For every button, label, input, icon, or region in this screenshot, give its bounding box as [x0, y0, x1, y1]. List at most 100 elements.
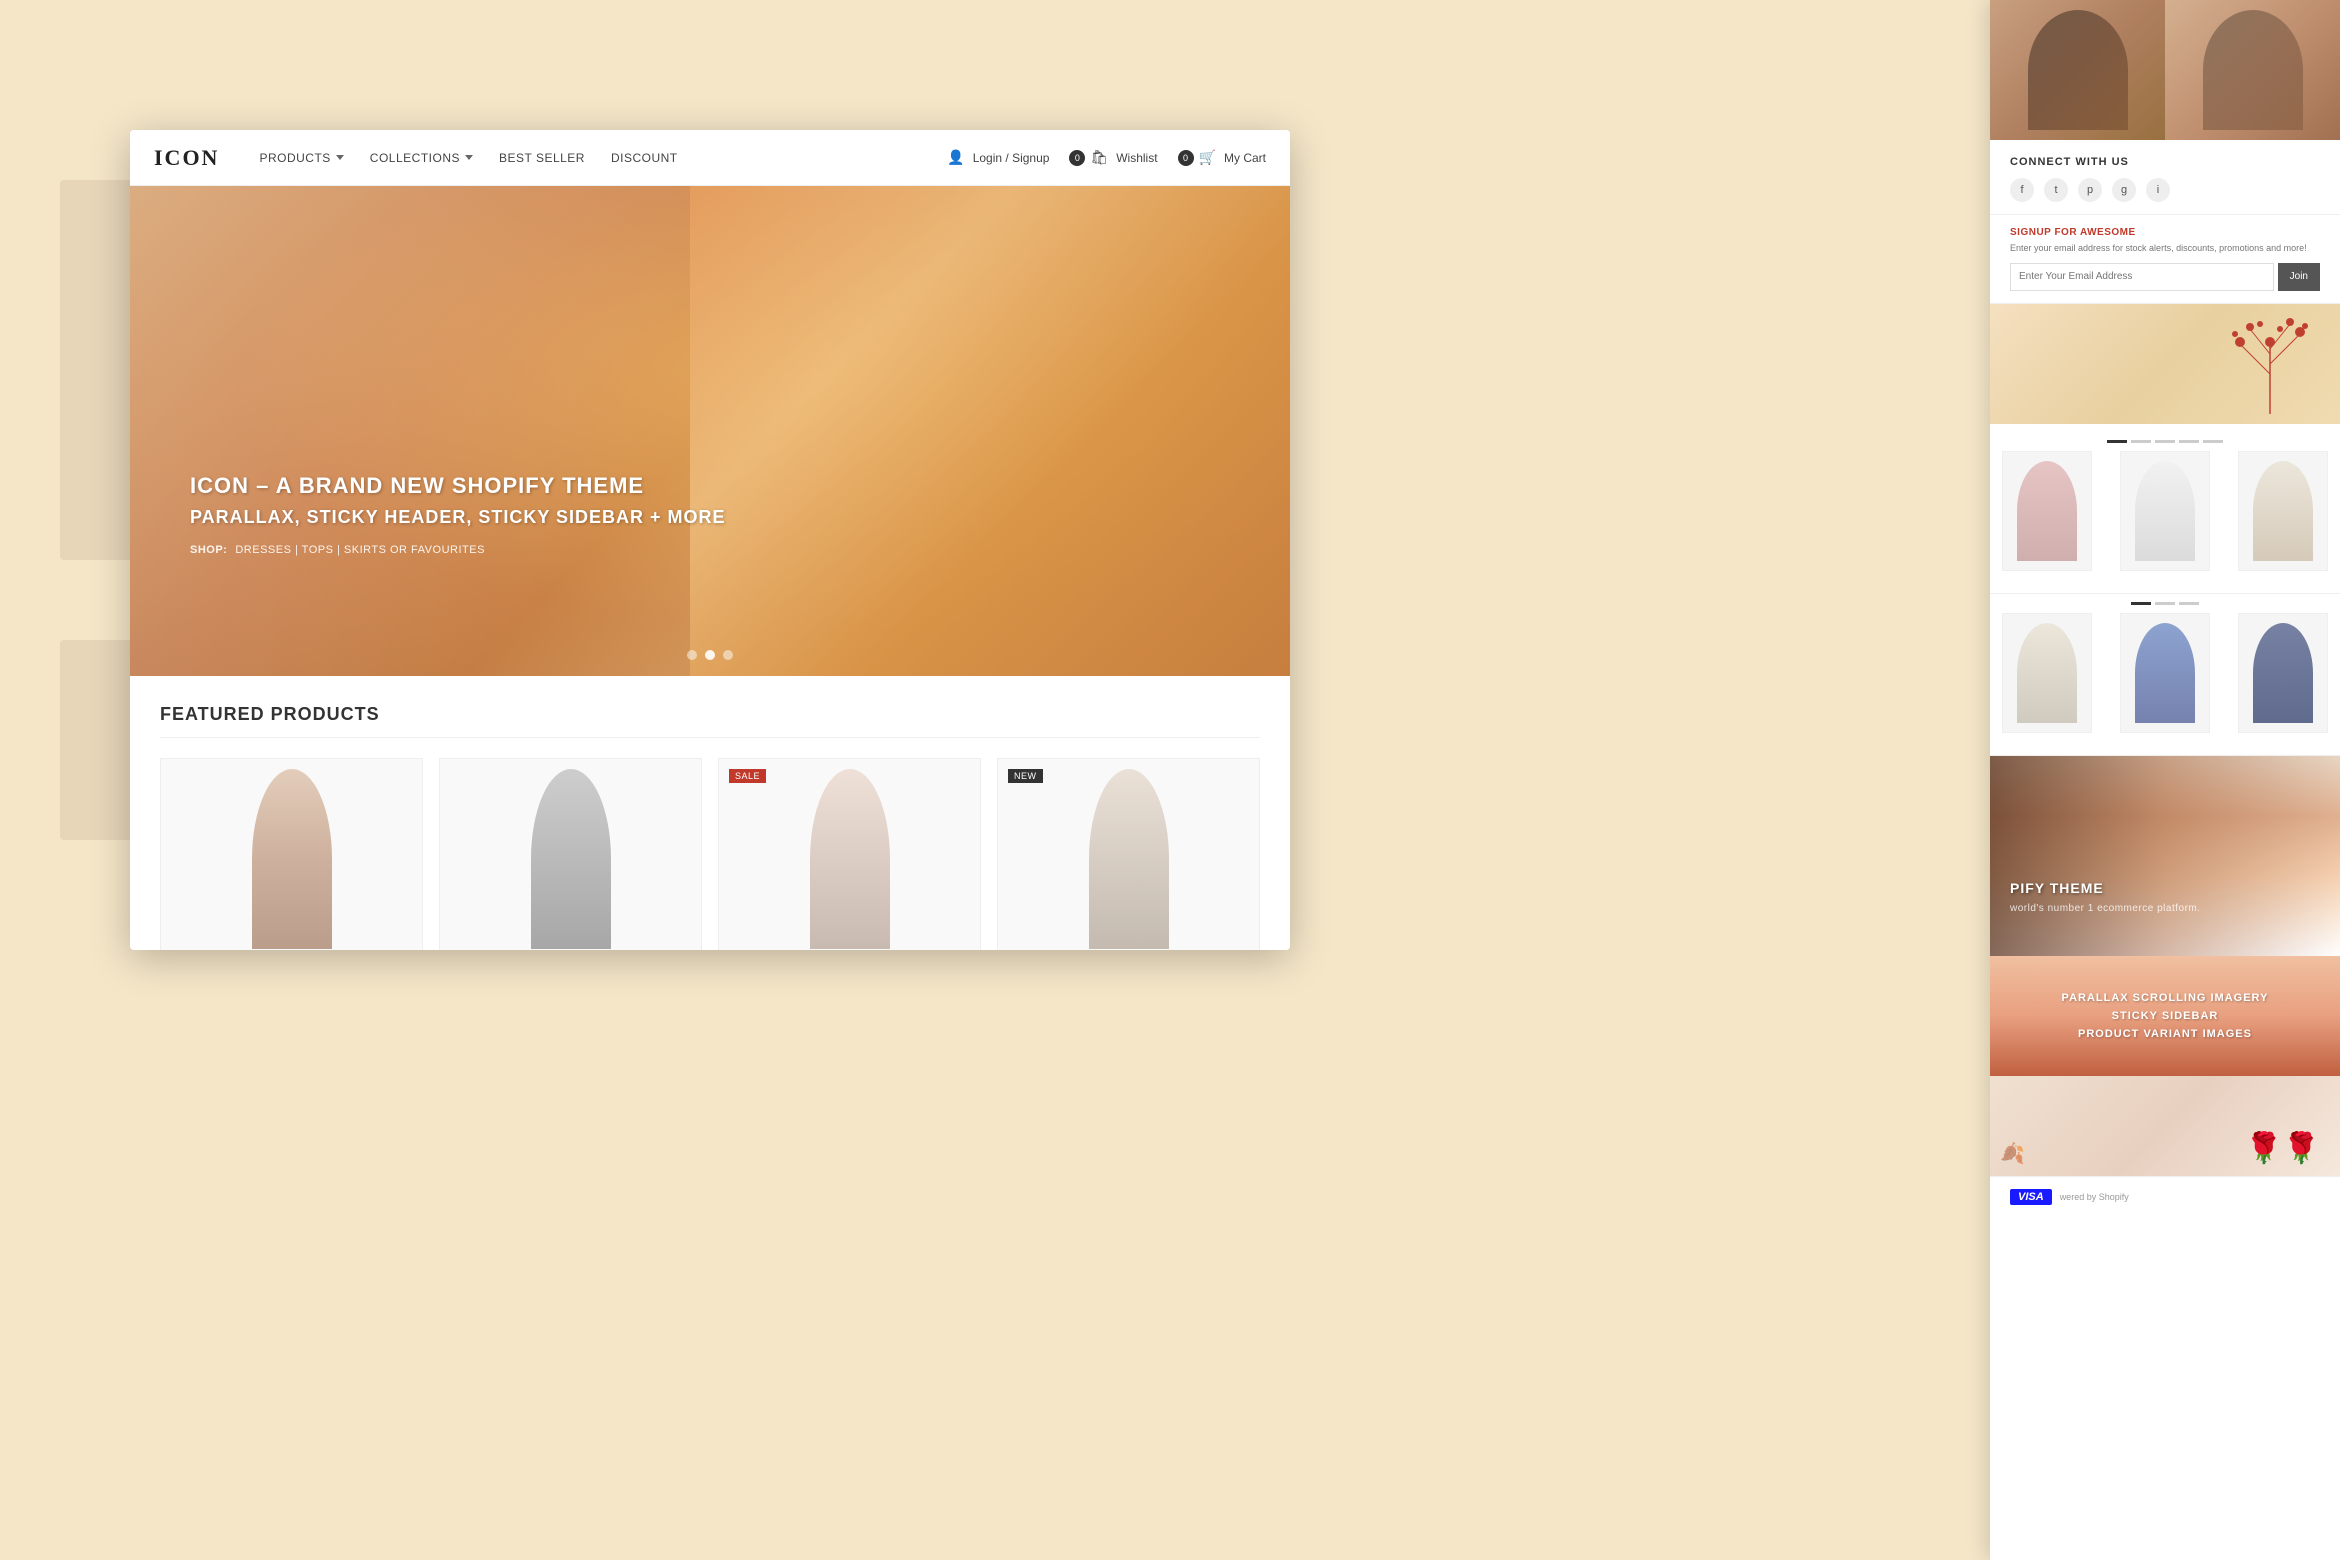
sp-figure-3 [2253, 461, 2313, 561]
dot-1-2[interactable] [2131, 440, 2151, 443]
social-icons: f t p g i [2010, 178, 2320, 202]
cart-icon: 🛒 [1199, 149, 1216, 166]
sidebar-product-3[interactable] [2238, 451, 2328, 571]
shop-label: SHOP: [190, 544, 227, 556]
hero-section: ICON – A BRAND NEW SHOPIFY THEME PARALLA… [130, 186, 1290, 676]
products-grid-1 [2002, 451, 2328, 571]
dot-1-5[interactable] [2203, 440, 2223, 443]
product-image-1 [161, 759, 422, 950]
login-action[interactable]: 👤 Login / Signup [947, 149, 1049, 166]
hero-image [690, 186, 1290, 676]
product-figure-2 [531, 769, 611, 949]
nav-collections[interactable]: COLLECTIONS [360, 147, 483, 169]
hero-person-figure [690, 186, 1290, 676]
signup-description: Enter your email address for stock alert… [2010, 242, 2320, 255]
instagram-icon[interactable]: i [2146, 178, 2170, 202]
sp-figure-2 [2135, 461, 2195, 561]
hero-content: ICON – A BRAND NEW SHOPIFY THEME PARALLA… [190, 473, 726, 556]
rose-icon: 🌹🌹 [2245, 1131, 2320, 1166]
theme-showcase-section: PIFY THEME world's number 1 ecommerce pl… [1990, 756, 2340, 956]
dot-1-4[interactable] [2179, 440, 2199, 443]
sp-figure-6 [2253, 623, 2313, 723]
nav-links: PRODUCTS COLLECTIONS BEST SELLER DISCOUN… [249, 147, 947, 169]
feature-1: PARALLAX SCROLLING IMAGERY [2010, 992, 2320, 1004]
featured-title: FEATURED PRODUCTS [160, 704, 1260, 738]
email-input[interactable] [2010, 263, 2274, 291]
signup-form: Join [2010, 263, 2320, 291]
sidebar-product-5[interactable] [2120, 613, 2210, 733]
twitter-icon[interactable]: t [2044, 178, 2068, 202]
products-dropdown-icon [336, 155, 344, 160]
feature-3: PRODUCT VARIANT IMAGES [2010, 1028, 2320, 1040]
hero-shop-links: SHOP: DRESSES | TOPS | SKIRTS OR FAVOURI… [190, 544, 726, 556]
product-card-1[interactable] [160, 758, 423, 950]
wishlist-icon: 🛍 [1090, 149, 1108, 166]
cart-action[interactable]: 0 🛒 My Cart [1178, 149, 1266, 166]
sunglasses-image-1[interactable] [1990, 0, 2165, 140]
product-figure-4 [1089, 769, 1169, 949]
connect-title: CONNECT WITH US [2010, 156, 2320, 168]
floral-decoration [1990, 304, 2340, 424]
products-grid-2 [2002, 613, 2328, 733]
sidebar-product-4[interactable] [2002, 613, 2092, 733]
hero-dots [687, 650, 733, 660]
hero-dot-3[interactable] [723, 650, 733, 660]
sidebar-product-1[interactable] [2002, 451, 2092, 571]
sidebar-product-6[interactable] [2238, 613, 2328, 733]
hero-dot-2[interactable] [705, 650, 715, 660]
dot-2-active[interactable] [2131, 602, 2151, 605]
dot-2-2[interactable] [2155, 602, 2175, 605]
product-card-3[interactable]: SALE [718, 758, 981, 950]
sp-figure-1 [2017, 461, 2077, 561]
site-logo[interactable]: ICON [154, 145, 219, 171]
person-icon: 👤 [947, 149, 964, 166]
sidebar-products-row1 [1990, 424, 2340, 594]
sunglasses-image-2[interactable] [2165, 0, 2340, 140]
google-icon[interactable]: g [2112, 178, 2136, 202]
product-image-4 [998, 759, 1259, 950]
signup-section: SIGNUP FOR AWESOME Enter your email addr… [1990, 215, 2340, 304]
facebook-icon[interactable]: f [2010, 178, 2034, 202]
model-figure-1 [2028, 10, 2128, 130]
theme-main-text: PIFY THEME [2010, 880, 2104, 896]
product-figure-3 [810, 769, 890, 949]
products-grid: SALE NEW [160, 758, 1260, 950]
product-card-4[interactable]: NEW [997, 758, 1260, 950]
sidebar-product-2[interactable] [2120, 451, 2210, 571]
collections-dropdown-icon [465, 155, 473, 160]
product-badge-new: NEW [1008, 769, 1043, 783]
navbar: ICON PRODUCTS COLLECTIONS BEST SELLER DI… [130, 130, 1290, 186]
wishlist-badge: 0 [1069, 150, 1085, 166]
sunglasses-banner [1990, 0, 2340, 140]
dark-overlay [1990, 756, 2340, 956]
model-figure-2 [2203, 10, 2303, 130]
sidebar-products-row2 [1990, 594, 2340, 756]
pinterest-icon[interactable]: p [2078, 178, 2102, 202]
product-figure-1 [252, 769, 332, 949]
dot-1-active[interactable] [2107, 440, 2127, 443]
visa-badge: VISA [2010, 1189, 2052, 1205]
nav-best-seller[interactable]: BEST SELLER [489, 147, 595, 169]
nav-discount[interactable]: DISCOUNT [601, 147, 688, 169]
cart-badge: 0 [1178, 150, 1194, 166]
rose-decoration: 🌹🌹 🍂 [1990, 1076, 2340, 1176]
brown-decor: 🍂 [2000, 1141, 2025, 1166]
wishlist-action[interactable]: 0 🛍 Wishlist [1069, 149, 1157, 166]
shop-links[interactable]: DRESSES | TOPS | SKIRTS OR FAVOURITES [235, 544, 485, 556]
feature-2: STICKY SIDEBAR [2010, 1010, 2320, 1022]
nav-products[interactable]: PRODUCTS [249, 147, 353, 169]
product-card-2[interactable] [439, 758, 702, 950]
product-nav-dots-2 [2002, 602, 2328, 605]
join-button[interactable]: Join [2278, 263, 2320, 291]
sp-figure-5 [2135, 623, 2195, 723]
product-image-3 [719, 759, 980, 950]
theme-sub-text: world's number 1 ecommerce platform. [2010, 903, 2201, 914]
dot-1-3[interactable] [2155, 440, 2175, 443]
right-panel: CONNECT WITH US f t p g i SIGNUP FOR AWE… [1990, 0, 2340, 1560]
features-section: PARALLAX SCROLLING IMAGERY STICKY SIDEBA… [1990, 956, 2340, 1076]
hero-dot-1[interactable] [687, 650, 697, 660]
nav-actions: 👤 Login / Signup 0 🛍 Wishlist 0 🛒 My Car… [947, 149, 1266, 166]
powered-by: wered by Shopify [2060, 1192, 2129, 1202]
dot-2-3[interactable] [2179, 602, 2199, 605]
hero-subtitle: PARALLAX, STICKY HEADER, STICKY SIDEBAR … [190, 507, 726, 528]
